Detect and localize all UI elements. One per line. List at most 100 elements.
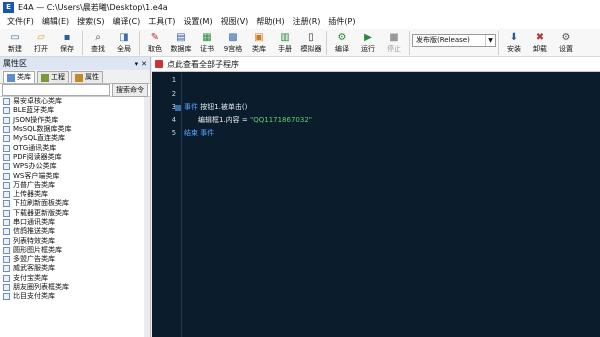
library-item-icon: [3, 246, 10, 254]
line-number: 5: [171, 129, 176, 137]
close-icon[interactable]: ✕: [141, 60, 147, 68]
list-item[interactable]: OTG通讯类库: [0, 143, 150, 152]
manual-button[interactable]: ▥ 手册: [272, 29, 298, 56]
code-line-4: 编辑框1.内容 = "QQ1171867032": [198, 116, 312, 124]
list-item[interactable]: 下拉刷新面板类库: [0, 199, 150, 208]
list-item[interactable]: JSON操作类库: [0, 116, 150, 125]
library-item-icon: [3, 219, 10, 226]
library-item-icon: [3, 107, 10, 115]
list-item[interactable]: 多盟广告类库: [0, 255, 150, 264]
list-scrollbar[interactable]: [144, 97, 150, 337]
menu-edit[interactable]: 编辑(E): [38, 15, 73, 29]
line-number: 2: [171, 90, 176, 98]
certificate-button[interactable]: ▦ 证书: [194, 29, 220, 56]
list-item[interactable]: 比目支付类库: [0, 292, 150, 301]
line-number: 4: [171, 116, 176, 124]
global-search-icon: ◨: [119, 32, 129, 43]
toolbar-separator: [409, 31, 410, 55]
line-number-gutter: 1 2 3 4 5: [152, 73, 182, 337]
library-icon: ▣: [254, 32, 264, 43]
menu-plugins[interactable]: 插件(P): [324, 15, 359, 29]
build-mode-select[interactable]: 发布版(Release) ▼: [412, 34, 496, 47]
list-item[interactable]: PDF阅读器类库: [0, 153, 150, 162]
menu-view[interactable]: 视图(V): [217, 15, 253, 29]
search-icon: ⌕: [95, 32, 101, 43]
library-item-icon: [3, 144, 10, 152]
fold-marker-icon[interactable]: [175, 105, 181, 111]
pin-icon[interactable]: ▾: [135, 60, 139, 68]
code-line-3: 事件 按钮1.被单击(): [184, 103, 248, 111]
search-input[interactable]: [2, 84, 110, 96]
list-item[interactable]: MySQL直连类库: [0, 134, 150, 143]
menu-bar: 文件(F) 编辑(E) 搜索(S) 编译(C) 工具(T) 设置(M) 视图(V…: [0, 15, 600, 29]
database-button[interactable]: ▤ 数据库: [168, 29, 194, 56]
list-item[interactable]: 列表特效类库: [0, 236, 150, 245]
list-item[interactable]: 上传器类库: [0, 190, 150, 199]
code-line-5: 结束 事件: [184, 129, 215, 137]
project-tab-icon: [41, 73, 49, 82]
run-button[interactable]: ▶ 运行: [355, 29, 381, 56]
library-tab-icon: [7, 73, 15, 82]
play-icon: ▶: [364, 32, 372, 43]
search-command-button[interactable]: 搜索命令: [112, 83, 148, 97]
list-item[interactable]: 信鸽推送类库: [0, 227, 150, 236]
window-title: E4A — C:\Users\晨若曦\Desktop\1.e4a: [18, 3, 168, 12]
subroutine-selector[interactable]: 点此查看全部子程序: [152, 57, 600, 72]
color-picker-button[interactable]: ✎ 取色: [142, 29, 168, 56]
library-item-icon: [3, 274, 10, 282]
library-button[interactable]: ▣ 类库: [246, 29, 272, 56]
list-item[interactable]: 易安卓核心类库: [0, 97, 150, 106]
search-row: 搜索命令: [0, 83, 150, 97]
new-button[interactable]: ▭ 新建: [2, 29, 28, 56]
tab-project[interactable]: 工程: [37, 71, 69, 83]
stop-button[interactable]: ■ 停止: [381, 29, 407, 56]
property-panel: 属性区 ▾ ✕ 类库 工程 属性 搜索命令 易安卓核心类库 BLE蓝牙类库 JSO…: [0, 57, 151, 337]
grid-icon: ▩: [228, 32, 238, 43]
list-item[interactable]: 万普广告类库: [0, 181, 150, 190]
menu-register[interactable]: 注册(R): [289, 15, 325, 29]
library-item-icon: [3, 135, 10, 143]
open-button[interactable]: ▱ 打开: [28, 29, 54, 56]
list-item[interactable]: BLE蓝牙类库: [0, 106, 150, 115]
phone-icon: ▯: [308, 32, 314, 43]
code-editor[interactable]: 点此查看全部子程序 1 2 3 4 5 事件 按钮1.被单击() 编辑框1.内容…: [152, 57, 600, 337]
menu-search[interactable]: 搜索(S): [73, 15, 108, 29]
settings-button[interactable]: ⚙ 设置: [553, 29, 579, 56]
certificate-icon: ▦: [202, 32, 212, 43]
library-item-icon: [3, 293, 10, 301]
list-item[interactable]: WS客户端类库: [0, 171, 150, 180]
install-button[interactable]: ⬇ 安装: [501, 29, 527, 56]
library-item-icon: [3, 256, 10, 264]
library-item-icon: [3, 228, 10, 236]
toolbar-separator: [326, 31, 327, 55]
list-item[interactable]: 威武客服类库: [0, 264, 150, 273]
stop-icon: ■: [389, 32, 399, 43]
list-item[interactable]: 串口通讯类库: [0, 218, 150, 227]
tab-properties[interactable]: 属性: [71, 71, 103, 83]
emulator-button[interactable]: ▯ 模拟器: [298, 29, 324, 56]
list-item[interactable]: WPS办公类库: [0, 162, 150, 171]
compile-button[interactable]: ⚙ 编译: [329, 29, 355, 56]
list-item[interactable]: 下载器更新版类库: [0, 209, 150, 218]
list-item[interactable]: MsSQL数据库类库: [0, 125, 150, 134]
tab-library[interactable]: 类库: [3, 71, 35, 83]
menu-tools[interactable]: 工具(T): [144, 15, 179, 29]
list-item[interactable]: 朋友圈列表框类库: [0, 283, 150, 292]
nine-patch-button[interactable]: ▩ 9宫格: [220, 29, 246, 56]
global-button[interactable]: ◨ 全局: [111, 29, 137, 56]
list-item[interactable]: 圆形图片框类库: [0, 246, 150, 255]
menu-compile[interactable]: 编译(C): [108, 15, 144, 29]
save-button[interactable]: ▪ 保存: [54, 29, 80, 56]
new-file-icon: ▭: [10, 32, 20, 43]
library-item-icon: [3, 163, 10, 171]
menu-help[interactable]: 帮助(H): [252, 15, 288, 29]
find-button[interactable]: ⌕ 查找: [85, 29, 111, 56]
list-item[interactable]: 支付宝类库: [0, 274, 150, 283]
uninstall-button[interactable]: ✖ 卸载: [527, 29, 553, 56]
install-icon: ⬇: [509, 32, 519, 43]
gear-icon: ⚙: [561, 32, 571, 43]
title-bar: E E4A — C:\Users\晨若曦\Desktop\1.e4a: [0, 0, 600, 15]
toolbar-separator: [139, 31, 140, 55]
menu-file[interactable]: 文件(F): [3, 15, 38, 29]
menu-settings[interactable]: 设置(M): [179, 15, 216, 29]
